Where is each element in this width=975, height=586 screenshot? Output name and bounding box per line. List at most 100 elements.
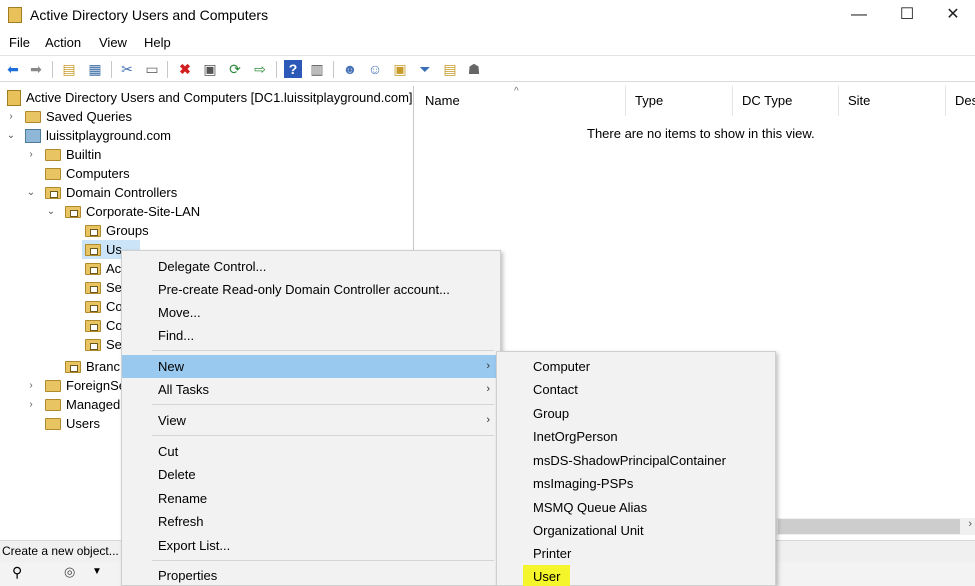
menu-file[interactable]: File [9,35,30,50]
new-item-shadow-principal-container[interactable]: msDS-ShadowPrincipalContainer [497,449,775,472]
sort-up-icon: ^ [514,86,519,97]
expand-icon[interactable]: › [26,395,36,414]
menu-help[interactable]: Help [144,35,171,50]
maximize-button[interactable]: ☐ [884,2,930,28]
menu-separator [152,560,494,561]
refresh-icon[interactable]: ⟳ [226,60,244,78]
menu-item-properties[interactable]: Properties [122,564,500,586]
help-icon[interactable]: ? [284,60,302,78]
menu-view[interactable]: View [99,35,127,50]
title-bar: Active Directory Users and Computers — ☐… [0,0,975,31]
tree-item-label: Se [106,337,122,352]
menu-item-precreate-rodc[interactable]: Pre-create Read-only Domain Controller a… [122,278,500,301]
folder-icon [45,418,61,430]
close-button[interactable]: ✕ [930,2,975,28]
column-header-dc-type[interactable]: DC Type [733,86,839,116]
new-item-msimaging-psps[interactable]: msImaging-PSPs [497,472,775,495]
ou-folder-icon [85,225,101,237]
ou-folder-icon [85,320,101,332]
folder-icon [45,399,61,411]
folder-icon [45,168,61,180]
new-item-computer[interactable]: Computer [497,355,775,378]
tree-item-label: Saved Queries [46,109,132,124]
ou-folder-icon [45,187,61,199]
menu-item-find[interactable]: Find... [122,324,500,347]
menu-item-cut[interactable]: Cut [122,440,500,463]
copy-icon[interactable]: ▭ [143,60,161,78]
new-group-icon[interactable]: ☺ [366,60,384,78]
add-to-group-icon[interactable]: ☗ [465,60,483,78]
new-item-printer[interactable]: Printer [497,542,775,565]
back-arrow-icon[interactable]: ⬅ [4,60,22,78]
tree-item-label: Us [106,242,122,257]
folder-icon [45,380,61,392]
tree-item-label: Corporate-Site-LAN [86,204,201,219]
up-folder-icon[interactable]: ▤ [60,60,78,78]
context-menu: Delegate Control... Pre-create Read-only… [121,250,501,586]
new-item-organizational-unit[interactable]: Organizational Unit [497,519,775,542]
menu-item-delete[interactable]: Delete [122,463,500,486]
search-icon[interactable]: ⚲ [12,564,22,581]
app-icon [8,7,22,23]
tree-item-label: Domain Controllers [66,185,178,200]
column-header-description[interactable]: Desc [946,86,975,116]
delete-icon[interactable]: ✖ [176,60,194,78]
collapse-icon[interactable]: ⌄ [26,183,36,202]
expand-icon[interactable]: › [6,107,16,126]
menu-action[interactable]: Action [45,35,81,50]
new-item-contact[interactable]: Contact [497,378,775,401]
collapse-icon[interactable]: ⌄ [6,126,16,145]
window-title: Active Directory Users and Computers [30,7,269,23]
scroll-right-icon[interactable]: › [968,518,972,530]
scrollbar-thumb[interactable] [778,519,960,534]
menu-item-new[interactable]: New › [122,355,500,378]
ou-folder-icon [85,282,101,294]
column-header-name[interactable]: Name ^ [416,86,626,116]
expand-icon[interactable]: › [26,376,36,395]
ou-folder-icon [85,244,101,256]
collapse-icon[interactable]: ⌄ [46,202,56,221]
tree-item-label: Se [106,280,122,295]
menu-item-move[interactable]: Move... [122,301,500,324]
console-root-icon [7,90,21,106]
new-item-inetorgperson[interactable]: InetOrgPerson [497,425,775,448]
tree-item-label: Active Directory Users and Computers [DC… [26,90,413,105]
menu-item-export-list[interactable]: Export List... [122,534,500,557]
menu-item-delegate-control[interactable]: Delegate Control... [122,255,500,278]
new-user-icon[interactable]: ☻ [341,60,359,78]
dropdown-arrow-icon[interactable]: ▼ [92,566,102,577]
tree-item-label: Computers [66,166,130,181]
new-item-msmq-queue-alias[interactable]: MSMQ Queue Alias [497,496,775,519]
ou-folder-icon [65,361,81,373]
forward-arrow-icon[interactable]: ➡ [27,60,45,78]
menu-bar: File Action View Help [0,32,975,54]
domain-icon [25,129,41,143]
minimize-button[interactable]: — [836,2,882,28]
new-ou-icon[interactable]: ▣ [391,60,409,78]
menu-item-rename[interactable]: Rename [122,487,500,510]
status-text: Create a new object... [2,544,119,558]
folder-icon [45,149,61,161]
tree-item-label: Ac [106,261,122,276]
menu-item-all-tasks[interactable]: All Tasks › [122,378,500,401]
properties-icon[interactable]: ▣ [201,60,219,78]
new-submenu: Computer Contact Group InetOrgPerson msD… [496,351,776,586]
column-label: Name [425,93,460,108]
export-list-icon[interactable]: ⇨ [251,60,269,78]
filter-icon[interactable]: ⏷ [416,60,434,78]
ou-folder-icon [85,263,101,275]
menu-item-refresh[interactable]: Refresh [122,510,500,533]
menu-item-view[interactable]: View › [122,409,500,432]
new-item-group[interactable]: Group [497,402,775,425]
expand-icon[interactable]: › [26,145,36,164]
find-icon[interactable]: ▤ [441,60,459,78]
column-header-site[interactable]: Site [839,86,946,116]
tree-item-label: Branc [86,359,120,374]
new-item-user[interactable]: User [497,565,775,586]
show-hide-tree-icon[interactable]: ▦ [86,60,104,78]
view-icon[interactable]: ▥ [308,60,326,78]
task-view-icon[interactable]: ◎ [64,564,75,580]
column-header-type[interactable]: Type [626,86,733,116]
cut-icon[interactable]: ✂ [118,60,136,78]
submenu-arrow-icon: › [486,360,490,372]
